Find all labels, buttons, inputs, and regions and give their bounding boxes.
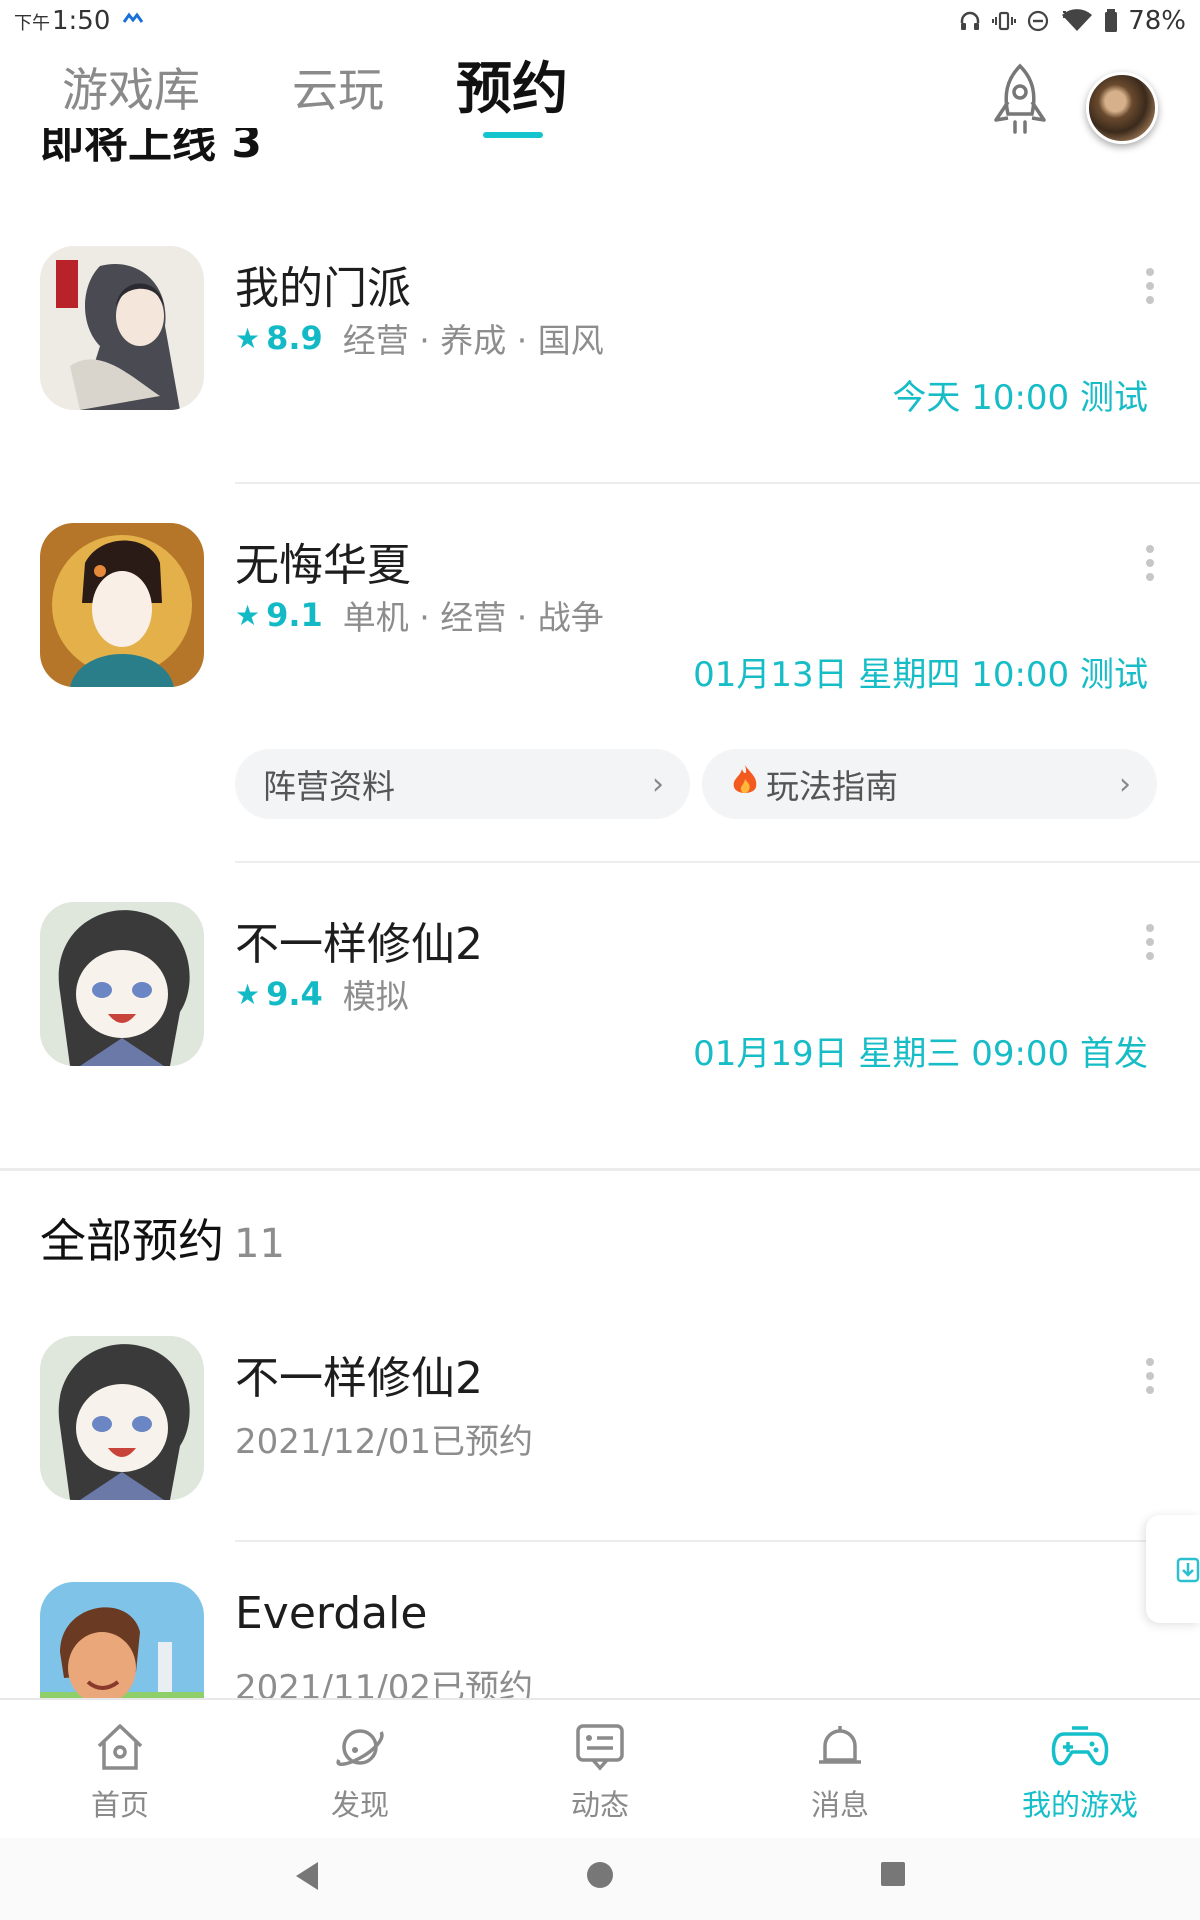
system-nav-bar [0,1838,1200,1920]
nav-home[interactable]: 首页 [20,1720,220,1824]
game-title[interactable]: Everdale [235,1588,427,1639]
nav-messages[interactable]: 消息 [740,1720,940,1824]
game-tags: 经营 · 养成 · 国风 [342,321,604,360]
nav-label: 我的游戏 [1021,1788,1138,1822]
game-score: 9.1 [266,596,323,634]
more-options-icon[interactable] [1140,1358,1160,1400]
star-icon: ★ [235,598,261,632]
section-title: 全部预约 [40,1214,224,1268]
more-options-icon[interactable] [1140,268,1160,310]
download-icon [1176,1557,1200,1583]
active-tab-indicator [483,132,543,138]
divider [235,861,1200,863]
game-score: 9.4 [266,975,323,1013]
battery-icon [1105,9,1118,32]
all-reservations-header: 全部预约 11 [40,1205,285,1271]
back-icon[interactable] [292,1858,322,1894]
chevron-right-icon: › [1119,767,1131,802]
floating-download-tab[interactable] [1146,1515,1200,1623]
home-icon [97,1724,143,1770]
nav-discover[interactable]: 发现 [260,1720,460,1824]
game-rating-tags: ★ 9.4 模拟 [235,970,409,1018]
home-circle-icon[interactable] [585,1860,615,1890]
nav-label: 首页 [90,1788,149,1822]
reservation-item-2[interactable]: Everdale 2021/11/02已预约 [0,1582,1200,1698]
tab-game-library[interactable]: 游戏库 [62,54,200,120]
vibrate-icon [992,11,1017,31]
chevron-right-icon: › [652,767,664,802]
release-date: 今天 10:00 测试 [892,378,1148,418]
game-icon-buyiyangxiuxian2[interactable] [40,902,204,1066]
game-tags: 模拟 [342,977,409,1016]
divider [235,482,1200,484]
game-icon-wuhuihuaxia[interactable] [40,523,204,687]
recents-icon[interactable] [879,1860,907,1888]
do-not-disturb-icon [1028,10,1049,32]
upcoming-section-title: 即将上线 3 [40,128,262,166]
fire-icon [730,763,760,805]
tab-reservations[interactable]: 预约 [456,44,568,125]
game-title[interactable]: 我的门派 [235,252,411,316]
star-icon: ★ [235,977,261,1011]
message-card-icon [576,1724,624,1771]
game-rating-tags: ★ 9.1 单机 · 经营 · 战争 [235,591,604,639]
pill-label: 玩法指南 [766,767,898,806]
nav-label: 发现 [330,1788,389,1822]
nav-my-games[interactable]: 我的游戏 [980,1720,1180,1824]
game-title[interactable]: 不一样修仙2 [235,1342,483,1406]
faction-info-button[interactable]: 阵营资料 › [235,749,690,819]
nav-label: 消息 [810,1788,869,1822]
gamepad-icon [1051,1726,1109,1766]
section-divider [0,1168,1200,1171]
bell-icon [819,1726,861,1764]
user-avatar[interactable] [1086,72,1158,144]
star-icon: ★ [235,321,261,355]
wifi-icon [1062,9,1093,31]
pill-label: 阵营资料 [263,767,395,806]
reserved-date: 2021/11/02已预约 [235,1668,533,1698]
planet-icon [336,1729,384,1766]
reserved-date: 2021/12/01已预约 [235,1422,533,1462]
nav-label: 动态 [570,1788,629,1822]
game-icon-buyiyangxiuxian2[interactable] [40,1336,204,1500]
game-rating-tags: ★ 8.9 经营 · 养成 · 国风 [235,314,604,362]
release-date: 01月13日 星期四 10:00 测试 [693,655,1148,695]
game-icon-everdale[interactable] [40,1582,204,1698]
cloud-sync-icon [122,12,144,23]
more-options-icon[interactable] [1140,924,1160,966]
game-title[interactable]: 不一样修仙2 [235,908,483,972]
nav-feed[interactable]: 动态 [500,1720,700,1824]
battery-level: 78% [1128,6,1186,36]
headphones-icon [960,11,980,30]
game-icon-wodemenpai[interactable] [40,246,204,410]
more-options-icon[interactable] [1140,545,1160,587]
game-score: 8.9 [266,319,323,357]
bottom-nav: 首页 发现 动态 消息 我的游戏 [0,1698,1200,1838]
rocket-icon[interactable] [988,62,1052,140]
status-time: 下午1:50 [14,6,111,36]
game-tags: 单机 · 经营 · 战争 [342,598,604,637]
divider [235,1540,1200,1542]
reservation-count: 11 [234,1221,285,1267]
gameplay-guide-button[interactable]: 玩法指南 › [702,749,1157,819]
status-bar: 下午1:50 78% [0,0,1200,44]
tab-cloud-play[interactable]: 云玩 [292,54,384,120]
release-date: 01月19日 星期三 09:00 首发 [693,1034,1148,1074]
game-title[interactable]: 无悔华夏 [235,529,411,593]
